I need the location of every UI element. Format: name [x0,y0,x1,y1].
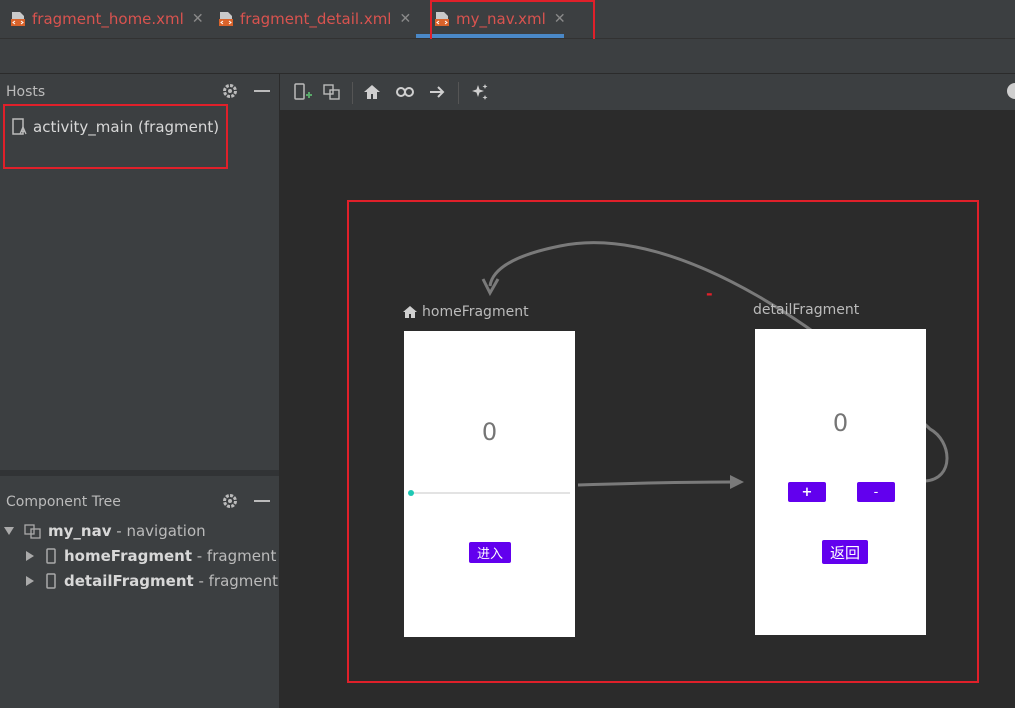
toolbar-separator [352,82,353,104]
chevron-right-icon[interactable] [26,551,34,561]
toolbar-separator [458,82,459,104]
gear-icon[interactable] [221,492,239,510]
home-fragment-label[interactable]: homeFragment [402,304,529,320]
component-tree-title: Component Tree [6,494,121,510]
editor-subbar [0,39,1015,74]
tree-item-type: - fragment [191,547,277,565]
fragment-name: homeFragment [422,304,529,320]
detail-fragment-preview[interactable]: 0 + - 返回 [755,329,926,635]
nested-graph-icon[interactable] [322,82,342,102]
tree-item-name: homeFragment [64,547,192,565]
back-button: 返回 [822,540,868,564]
chevron-right-icon[interactable] [26,576,34,586]
xml-file-icon [219,12,233,26]
fragment-icon [46,548,56,564]
home-icon [403,306,417,318]
xml-file-icon [11,12,25,26]
tree-item-detail-fragment[interactable]: detailFragment - fragment [26,572,278,590]
fragment-icon [46,573,56,589]
tree-item-home-fragment[interactable]: homeFragment - fragment [26,547,276,565]
panel-divider[interactable] [0,470,279,476]
arrowhead-right [730,475,744,489]
action-home-to-detail [577,480,733,487]
tab-label: fragment_detail.xml [240,10,392,28]
detail-fragment-label[interactable]: detailFragment [753,302,859,318]
nav-graph-canvas[interactable]: - homeFragment 0 进入 detailFragment 0 + -… [280,111,1015,708]
hosts-title: Hosts [6,84,46,100]
minimize-icon[interactable] [254,500,270,502]
fragment-name: detailFragment [753,302,860,318]
navigation-graph-icon [24,524,41,539]
seekbar-track [410,492,570,494]
auto-arrange-icon[interactable] [470,82,490,102]
minus-button: - [857,482,895,502]
highlight-box [3,104,228,169]
hosts-header: Hosts [0,74,279,108]
component-tree-header: Component Tree [0,484,279,518]
tab-fragment-detail[interactable]: fragment_detail.xml ✕ [218,0,411,38]
home-fragment-preview[interactable]: 0 进入 [404,331,575,637]
close-icon[interactable]: ✕ [399,11,411,27]
left-panel: Hosts activity_main (fragment) Component… [0,74,280,708]
chevron-down-icon[interactable] [4,527,14,535]
new-destination-icon[interactable] [292,82,312,102]
counter-text: 0 [481,418,498,446]
enter-button: 进入 [469,542,511,563]
tab-label: fragment_home.xml [32,10,184,28]
plus-button: + [788,482,826,502]
counter-text: 0 [832,409,849,437]
seekbar-thumb [408,490,414,496]
tree-item-my-nav[interactable]: my_nav - navigation [4,522,206,540]
link-icon[interactable] [395,82,415,102]
action-label: - [706,284,713,303]
home-icon[interactable] [362,82,382,102]
tree-item-name: detailFragment [64,572,194,590]
tree-item-type: - navigation [111,522,206,540]
minimize-icon[interactable] [254,90,270,92]
tree-item-type: - fragment [193,572,279,590]
close-icon[interactable]: ✕ [192,11,204,27]
nav-editor-toolbar [280,74,1015,111]
tree-item-name: my_nav [48,522,112,540]
action-arrow-icon[interactable] [428,82,448,102]
gear-icon[interactable] [221,82,239,100]
tab-fragment-home[interactable]: fragment_home.xml ✕ [10,0,204,38]
